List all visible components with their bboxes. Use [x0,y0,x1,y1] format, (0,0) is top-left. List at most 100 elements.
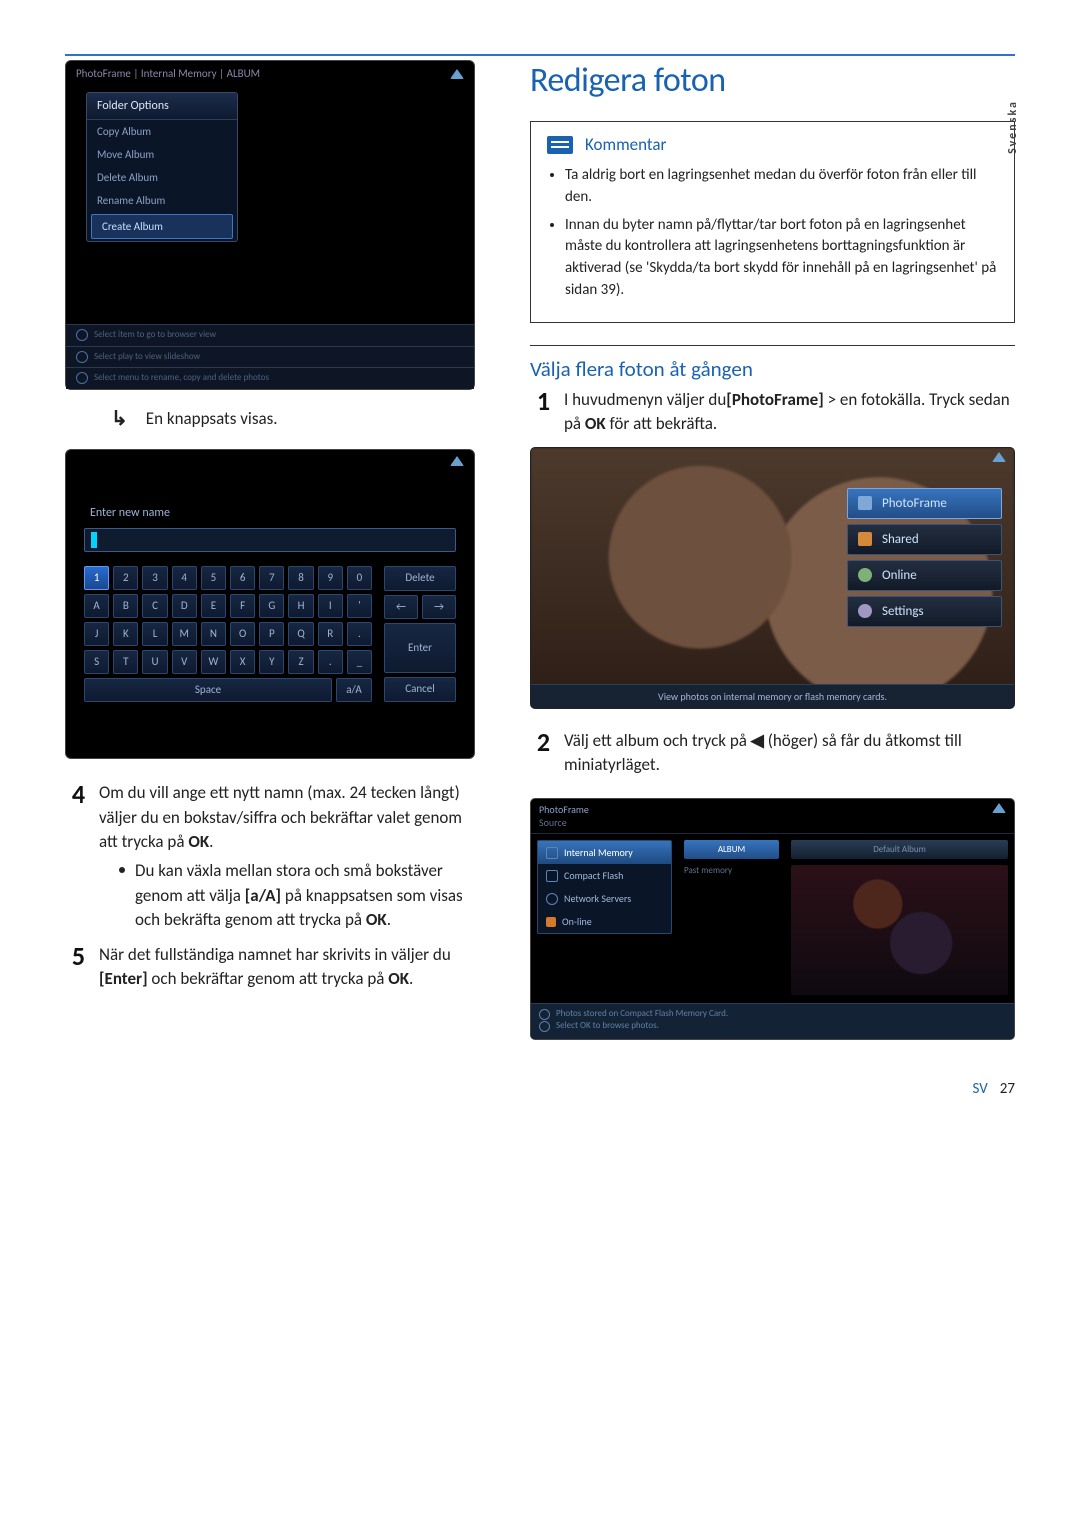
key-c: C [142,594,167,618]
step-4-number: 4 [65,781,85,933]
key-o: O [230,622,255,646]
left-triangle-icon: ◀ [751,730,764,751]
key-y: Y [259,650,284,674]
key-j: J [84,622,109,646]
step-5-a: När det fullständiga namnet har skrivits… [99,944,451,965]
key-h: H [288,594,313,618]
breadcrumb: PhotoFrame | Internal Memory | ALBUM [76,67,260,80]
page-label: SV [972,1080,987,1098]
name-input [84,528,456,552]
memory-icon [546,847,558,859]
key-v: V [172,650,197,674]
src-sub: Source [531,816,1014,834]
key-d: D [172,594,197,618]
src-default-album: Default Album [791,840,1008,859]
menu-item-move: Move Album [87,143,237,166]
key-w: W [201,650,226,674]
key-z: Z [288,650,313,674]
pf-btn-online: Online [847,560,1002,591]
step-4-text: Om du vill ange ett nytt namn (max. 24 t… [99,782,462,852]
bullet-icon [119,867,125,873]
key-a: A [84,594,109,618]
key-enter: Enter [384,623,456,673]
album-thumbnail [791,865,1008,995]
network-icon [546,893,558,905]
menu-item-delete: Delete Album [87,166,237,189]
key-u: U [142,650,167,674]
globe-icon [858,568,872,582]
key-delete: Delete [384,566,456,591]
src-past: Past memory [684,865,779,876]
key-m: M [172,622,197,646]
aA-label: [a/A] [245,885,281,906]
step-5-number: 5 [65,943,85,992]
pf-label: [PhotoFrame] [726,389,823,410]
key-s: S [84,650,109,674]
keypad-text: En knappsats visas. [146,408,278,429]
key-q: Q [288,622,313,646]
src-network: Network Servers [538,887,671,910]
key-7: 7 [259,566,284,590]
key-aA: a/A [336,678,372,702]
key-i: I [318,594,343,618]
note-item-2: Innan du byter namn på/flyttar/tar bort … [565,215,998,302]
src-album: ALBUM [684,840,779,859]
section-rule [530,345,1015,346]
src-online: On-line [538,910,671,933]
top-blue-rule [65,54,1015,56]
key-p: P [259,622,284,646]
key-dot: . [347,622,372,646]
step-2-number: 2 [530,729,550,778]
key-6: 6 [230,566,255,590]
menu-item-copy: Copy Album [87,120,237,143]
key-cancel: Cancel [384,677,456,702]
folder-options-title: Folder Options [87,93,237,120]
language-tab: Svenska [1006,100,1020,154]
note-label: Kommentar [585,134,666,155]
src-footer-2: Select OK to browse photos. [556,1020,659,1033]
key-right-arrow-icon: → [422,595,456,619]
ok-label: OK [585,413,606,434]
key-3: 3 [142,566,167,590]
ok-label: OK [366,909,387,930]
page-number: 27 [1000,1080,1015,1098]
key-x: X [230,650,255,674]
key-g: G [259,594,284,618]
shared-icon [858,532,872,546]
wifi-icon [992,452,1006,462]
key-n: N [201,622,226,646]
ok-label: OK [188,831,209,852]
step-1-c: för att bekräfta. [606,413,717,434]
key-space: Space [84,678,332,702]
menu-item-create: Create Album [91,214,233,239]
folder-options-screenshot: PhotoFrame | Internal Memory | ALBUM Fol… [65,60,475,390]
page-title: Redigera foton [530,60,1015,101]
wifi-icon [450,69,464,79]
key-2: 2 [113,566,138,590]
hint-icon [539,1021,550,1032]
key-4: 4 [172,566,197,590]
step-1-a: I huvudmenyn väljer du [564,389,726,410]
subheading: Välja flera foton åt gången [530,356,1015,382]
menu-item-rename: Rename Album [87,189,237,212]
arrow-right-icon: ↳ [111,406,128,431]
key-5: 5 [201,566,226,590]
key-9: 9 [318,566,343,590]
note-box: Kommentar Ta aldrig bort en lagringsenhe… [530,121,1015,323]
key-l: L [142,622,167,646]
key-dot2: . [318,650,343,674]
src-internal: Internal Memory [538,841,671,864]
wifi-icon [992,803,1006,813]
key-k: K [113,622,138,646]
step-5-b: och bekräftar genom att trycka på [148,968,389,989]
src-title: PhotoFrame [539,803,589,816]
pf-btn-photoframe: PhotoFrame [847,488,1002,519]
photoframe-menu-screenshot: PhotoFrame Shared Online Settings View p… [530,447,1015,709]
key-1: 1 [84,566,109,590]
src-footer-1: Photos stored on Compact Flash Memory Ca… [556,1008,728,1021]
keyboard-screenshot: Enter new name 1 2 3 4 5 6 7 [65,449,475,759]
pf-btn-shared: Shared [847,524,1002,555]
key-t: T [113,650,138,674]
src-cf: Compact Flash [538,864,671,887]
key-0: 0 [347,566,372,590]
